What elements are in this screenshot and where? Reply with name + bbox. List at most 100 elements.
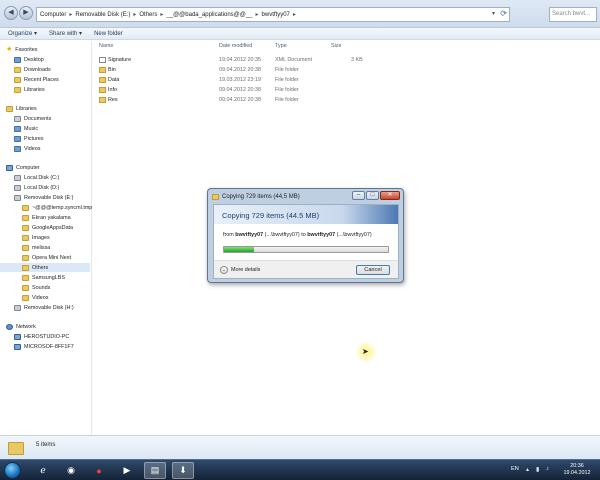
nav-microsof-pc[interactable]: MICROSOF-8FF1F7 [14,342,74,351]
cancel-button[interactable]: Cancel [356,265,390,275]
address-dropdown-icon[interactable]: ▾ [492,10,495,17]
computer-icon [6,164,13,171]
breadcrumb-removable-disk[interactable]: Removable Disk (E:) [75,12,130,18]
from-path: (...\bwvtftyy07) [264,232,300,238]
breadcrumb-others[interactable]: Others [139,12,157,18]
folder-icon [22,224,29,231]
nav-network[interactable]: Network [6,322,36,331]
volume-icon[interactable]: ♪ [546,466,553,473]
nav-samsunglbs[interactable]: SamsungLBS [22,273,65,282]
to-link[interactable]: bwvtftyy07 [307,232,335,238]
new-folder-button[interactable]: New folder [94,31,123,37]
nav-desktop[interactable]: Desktop [14,55,44,64]
nav-removable-disk-h[interactable]: Removable Disk (H:) [14,303,74,312]
maximize-button[interactable]: □ [366,191,379,200]
clock-date: 19.04.2012 [563,470,591,476]
nav-ekran-yakalama[interactable]: Ekran yakalama [22,213,71,222]
windows-explorer-icon[interactable]: ▤ [144,462,166,479]
network-icon [6,323,13,330]
star-icon: ★ [6,45,13,53]
nav-label: melissa [32,244,51,251]
column-size[interactable]: Size [331,43,342,49]
nav-documents[interactable]: Documents [14,114,51,123]
file-row[interactable]: Res 09.04.2012 20:38 File folder [95,96,395,105]
breadcrumb-bwvtftyy07[interactable]: bwvtftyy07 [262,12,290,18]
back-button[interactable]: ◀ [4,6,18,20]
close-button[interactable]: ✕ [380,191,400,200]
usb-drive-icon [14,194,21,201]
window-controls: – □ ✕ [351,191,400,200]
folder-icon [22,234,29,241]
nav-videos-folder[interactable]: Videos [22,293,48,302]
column-type[interactable]: Type [275,43,287,49]
dialog-heading: Copying 729 items (44.5 MB) [222,211,320,220]
nav-pictures[interactable]: Pictures [14,134,43,143]
nav-libraries-fav[interactable]: Libraries [14,85,45,94]
nav-label: Ekran yakalama [32,214,71,221]
start-button[interactable] [4,462,21,479]
more-details-chevron-icon[interactable]: ⌄ [220,266,228,274]
search-input[interactable]: Search bwvt... [549,7,597,22]
nav-local-disk-d[interactable]: Local Disk (D:) [14,183,59,192]
nav-melissa[interactable]: melissa [22,243,50,252]
nav-computer[interactable]: Computer [6,163,40,172]
folder-icon [99,77,106,83]
breadcrumb-computer[interactable]: Computer [40,12,66,18]
details-pane: 5 items [0,435,600,459]
nav-label: MICROSOF-8FF1F7 [24,343,74,350]
nav-images[interactable]: Images [22,233,50,242]
nav-videos[interactable]: Videos [14,144,40,153]
media-player-icon[interactable]: ▶ [116,462,138,479]
file-row[interactable]: Signature 19.04.2012 20:35 XML Document … [95,56,395,65]
tray-arrow-icon[interactable]: ▴ [526,466,533,473]
file-row[interactable]: Bin 09.04.2012 20:38 File folder [95,66,395,75]
nav-music[interactable]: Music [14,124,38,133]
nav-googleappsdata[interactable]: GoogleAppsData [22,223,73,232]
language-indicator[interactable]: EN [511,466,519,472]
nav-opera-mini-next[interactable]: Opera Mini Next [22,253,71,262]
column-date-modified[interactable]: Date modified [219,43,252,49]
nav-downloads[interactable]: Downloads [14,65,51,74]
breadcrumb-separator-icon: ▸ [133,12,137,18]
file-row[interactable]: Data 19.03.2012 23:19 File folder [95,76,395,85]
file-row[interactable]: Info 09.04.2012 20:38 File folder [95,86,395,95]
internet-explorer-icon[interactable]: ℯ [32,462,54,479]
mouse-pointer-icon: ➤ [362,347,369,356]
nav-removable-disk-e[interactable]: Removable Disk (E:) [14,193,73,202]
nav-others[interactable]: Others [0,263,90,272]
chrome-icon[interactable]: ◉ [60,462,82,479]
downloads-folder-icon [14,66,21,73]
nav-sounds[interactable]: Sounds [22,283,50,292]
file-size: 3 KB [351,57,363,63]
breadcrumb-bada-applications[interactable]: __@@bada_applications@@__ [166,12,252,18]
nav-label: ~@@@temp.syncml.tmp [32,204,93,211]
nav-favorites[interactable]: ★ Favorites [6,45,37,54]
forward-button[interactable]: ▶ [19,6,33,20]
nav-label: Documents [24,115,52,122]
folder-icon [22,264,29,271]
forward-arrow-icon: ▶ [23,9,29,16]
nav-temp-syncml[interactable]: ~@@@temp.syncml.tmp [22,203,92,212]
from-link[interactable]: bwvtftyy07 [235,232,263,238]
system-clock[interactable]: 20:36 19.04.2012 [560,463,594,477]
taskbar: ℯ ◉ ● ▶ ▤ ⬇ EN ▴ ▮ ♪ 20:36 19.04.2012 [0,459,600,480]
nav-herostudio-pc[interactable]: HEROSTUDIO-PC [14,332,69,341]
network-tray-icon[interactable]: ▮ [536,466,543,473]
minimize-button[interactable]: – [352,191,365,200]
refresh-icon[interactable]: ⟳ [500,9,507,18]
nav-label: Network [16,323,36,330]
share-with-button[interactable]: Share with ▾ [49,30,82,37]
nav-label: Videos [32,294,49,301]
organize-button[interactable]: Organize ▾ [8,30,37,37]
column-name[interactable]: Name [99,43,113,49]
nav-label: Downloads [24,66,51,73]
address-bar[interactable]: Computer ▸ Removable Disk (E:) ▸ Others ▸ _… [36,7,510,22]
file-transfer-icon[interactable]: ⬇ [172,462,194,479]
nav-libraries[interactable]: Libraries [6,104,37,113]
more-details-toggle[interactable]: More details [231,267,260,273]
nav-local-disk-c[interactable]: Local Disk (C:) [14,173,59,182]
opera-icon[interactable]: ● [88,462,110,479]
folder-icon [22,274,29,281]
libraries-icon [6,105,13,112]
nav-recent-places[interactable]: Recent Places [14,75,59,84]
